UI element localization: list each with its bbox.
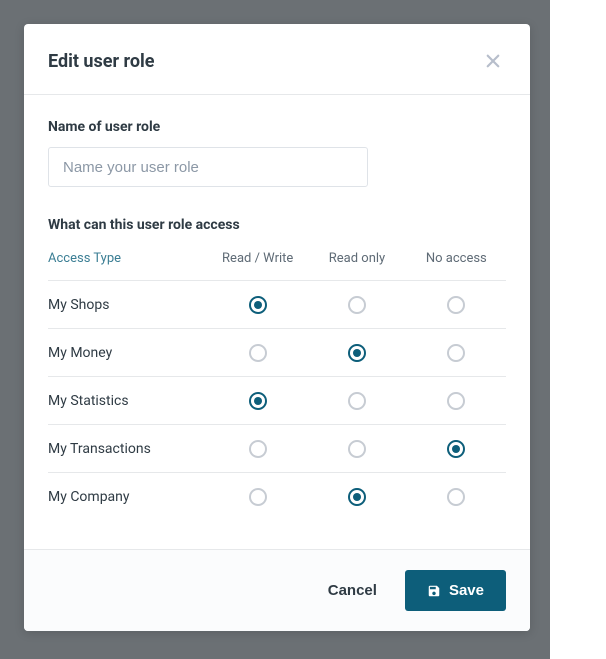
radio-rw[interactable] [249, 344, 267, 362]
radio-rw[interactable] [249, 296, 267, 314]
access-row-label: My Statistics [48, 393, 208, 409]
radio-ro[interactable] [348, 296, 366, 314]
modal-body: Name of user role What can this user rol… [24, 95, 530, 549]
radio-cell [307, 440, 406, 458]
name-field-label: Name of user role [48, 119, 506, 135]
column-read-write: Read / Write [208, 251, 307, 266]
radio-cell [208, 392, 307, 410]
radio-rw[interactable] [249, 440, 267, 458]
table-row: My Statistics [48, 377, 506, 425]
radio-na[interactable] [447, 392, 465, 410]
radio-ro[interactable] [348, 440, 366, 458]
column-no-access: No access [407, 251, 506, 266]
radio-cell [407, 296, 506, 314]
radio-cell [208, 440, 307, 458]
radio-cell [208, 488, 307, 506]
cancel-button[interactable]: Cancel [328, 582, 377, 599]
radio-ro[interactable] [348, 344, 366, 362]
modal-footer: Cancel Save [24, 549, 530, 631]
column-read-only: Read only [307, 251, 406, 266]
access-table: Access Type Read / Write Read only No ac… [48, 251, 506, 521]
modal-title: Edit user role [48, 51, 155, 72]
radio-na[interactable] [447, 440, 465, 458]
save-button[interactable]: Save [405, 570, 506, 611]
page-background-strip [550, 0, 606, 659]
radio-cell [407, 344, 506, 362]
radio-na[interactable] [447, 296, 465, 314]
role-name-input[interactable] [48, 147, 368, 187]
radio-na[interactable] [447, 488, 465, 506]
radio-cell [307, 392, 406, 410]
access-table-header: Access Type Read / Write Read only No ac… [48, 251, 506, 281]
column-access-type: Access Type [48, 251, 208, 266]
radio-rw[interactable] [249, 392, 267, 410]
radio-cell [307, 344, 406, 362]
radio-cell [208, 296, 307, 314]
access-section-label: What can this user role access [48, 217, 506, 233]
table-row: My Company [48, 473, 506, 521]
radio-cell [307, 488, 406, 506]
radio-cell [407, 392, 506, 410]
save-button-label: Save [449, 582, 484, 599]
radio-cell [307, 296, 406, 314]
close-button[interactable] [480, 48, 506, 74]
radio-cell [208, 344, 307, 362]
radio-ro[interactable] [348, 488, 366, 506]
radio-cell [407, 488, 506, 506]
access-row-label: My Transactions [48, 441, 208, 457]
access-row-label: My Shops [48, 297, 208, 313]
radio-cell [407, 440, 506, 458]
radio-na[interactable] [447, 344, 465, 362]
radio-rw[interactable] [249, 488, 267, 506]
close-icon [484, 52, 502, 70]
modal-header: Edit user role [24, 24, 530, 95]
access-row-label: My Company [48, 489, 208, 505]
table-row: My Transactions [48, 425, 506, 473]
save-icon [427, 584, 441, 598]
access-row-label: My Money [48, 345, 208, 361]
radio-ro[interactable] [348, 392, 366, 410]
table-row: My Shops [48, 281, 506, 329]
edit-user-role-modal: Edit user role Name of user role What ca… [24, 24, 530, 631]
table-row: My Money [48, 329, 506, 377]
